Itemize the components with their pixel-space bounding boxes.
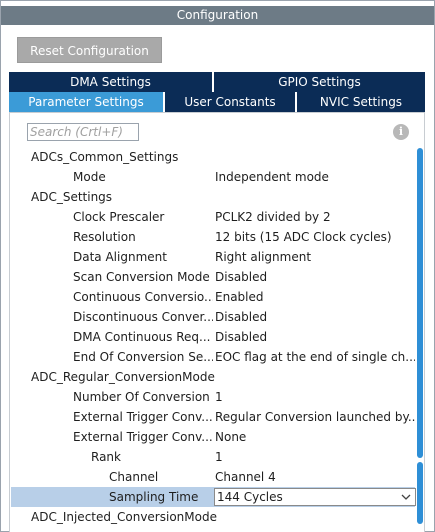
param-value: Regular Conversion launched by... <box>215 410 415 424</box>
param-label: Sampling Time <box>109 490 199 504</box>
param-row-rank[interactable]: Rank 1 <box>11 447 415 467</box>
tab-user-constants[interactable]: User Constants <box>165 92 297 112</box>
group-label: ADC_Settings <box>31 190 113 204</box>
info-icon[interactable]: i <box>393 124 409 140</box>
param-value: Channel 4 <box>215 470 276 484</box>
select-value: 144 Cycles <box>217 490 283 504</box>
sampling-time-select[interactable]: 144 Cycles <box>214 488 416 506</box>
reset-configuration-button[interactable]: Reset Configuration <box>17 37 162 63</box>
window-title: Configuration <box>1 6 434 25</box>
param-row-external-trigger-source[interactable]: External Trigger Conv... Regular Convers… <box>11 407 415 427</box>
param-value: Right alignment <box>215 250 312 264</box>
scrollbar-thumb-lower[interactable] <box>417 462 423 524</box>
tab-gpio-settings[interactable]: GPIO Settings <box>214 72 425 92</box>
group-adc-settings[interactable]: ADC_Settings <box>11 187 415 207</box>
param-row-clock-prescaler[interactable]: Clock Prescaler PCLK2 divided by 2 <box>11 207 415 227</box>
group-label: ADC_Injected_ConversionMode <box>31 510 217 524</box>
group-adcs-common-settings[interactable]: ADCs_Common_Settings <box>11 147 415 167</box>
param-label: End Of Conversion Se... <box>73 350 213 364</box>
param-label: Rank <box>91 450 121 464</box>
param-row-discontinuous-conversion[interactable]: Discontinuous Conver... Disabled <box>11 307 415 327</box>
group-adc-injected-conversionmode[interactable]: ADC_Injected_ConversionMode <box>11 507 415 527</box>
chevron-down-icon <box>401 494 411 500</box>
tab-parameter-settings[interactable]: Parameter Settings <box>9 92 165 112</box>
param-label: Data Alignment <box>73 250 167 264</box>
param-value: EOC flag at the end of single ch... <box>215 350 415 364</box>
param-row-data-alignment[interactable]: Data Alignment Right alignment <box>11 247 415 267</box>
param-row-end-of-conversion-selection[interactable]: End Of Conversion Se... EOC flag at the … <box>11 347 415 367</box>
scrollbar-thumb[interactable] <box>417 148 423 458</box>
group-label: ADC_Regular_ConversionMode <box>31 370 215 384</box>
tab-dma-settings[interactable]: DMA Settings <box>9 72 214 92</box>
param-label: External Trigger Conv... <box>73 410 213 424</box>
param-label: Number Of Conversion <box>73 390 210 404</box>
param-label: Continuous Conversio... <box>73 290 213 304</box>
param-value: Disabled <box>215 310 268 324</box>
param-label: Clock Prescaler <box>73 210 165 224</box>
param-row-resolution[interactable]: Resolution 12 bits (15 ADC Clock cycles) <box>11 227 415 247</box>
group-label: ADCs_Common_Settings <box>31 150 179 164</box>
tab-nvic-settings[interactable]: NVIC Settings <box>297 92 425 112</box>
param-label: External Trigger Conv... <box>73 430 213 444</box>
param-row-dma-continuous-requests[interactable]: DMA Continuous Req... Disabled <box>11 327 415 347</box>
search-input[interactable]: Search (Crtl+F) <box>27 123 139 141</box>
group-adc-regular-conversionmode[interactable]: ADC_Regular_ConversionMode <box>11 367 415 387</box>
param-value: Disabled <box>215 270 268 284</box>
param-value: 12 bits (15 ADC Clock cycles) <box>215 230 392 244</box>
param-value: Enabled <box>215 290 264 304</box>
param-label: Discontinuous Conver... <box>73 310 213 324</box>
param-label: DMA Continuous Req... <box>73 330 211 344</box>
param-label: Scan Conversion Mode <box>73 270 210 284</box>
param-row-mode[interactable]: Mode Independent mode <box>11 167 415 187</box>
param-value: PCLK2 divided by 2 <box>215 210 331 224</box>
param-value: 1 <box>215 390 223 404</box>
param-value: 1 <box>215 450 223 464</box>
param-value: Independent mode <box>215 170 329 184</box>
param-label: Mode <box>73 170 106 184</box>
param-row-sampling-time[interactable]: Sampling Time 144 Cycles <box>11 487 416 507</box>
param-value: None <box>215 430 247 444</box>
param-row-scan-conversion-mode[interactable]: Scan Conversion Mode Disabled <box>11 267 415 287</box>
param-label: Resolution <box>73 230 136 244</box>
param-label: Channel <box>109 470 159 484</box>
param-row-channel[interactable]: Channel Channel 4 <box>11 467 415 487</box>
param-row-number-of-conversion[interactable]: Number Of Conversion 1 <box>11 387 415 407</box>
param-row-external-trigger-edge[interactable]: External Trigger Conv... None <box>11 427 415 447</box>
param-value: Disabled <box>215 330 268 344</box>
param-row-continuous-conversion[interactable]: Continuous Conversio... Enabled <box>11 287 415 307</box>
